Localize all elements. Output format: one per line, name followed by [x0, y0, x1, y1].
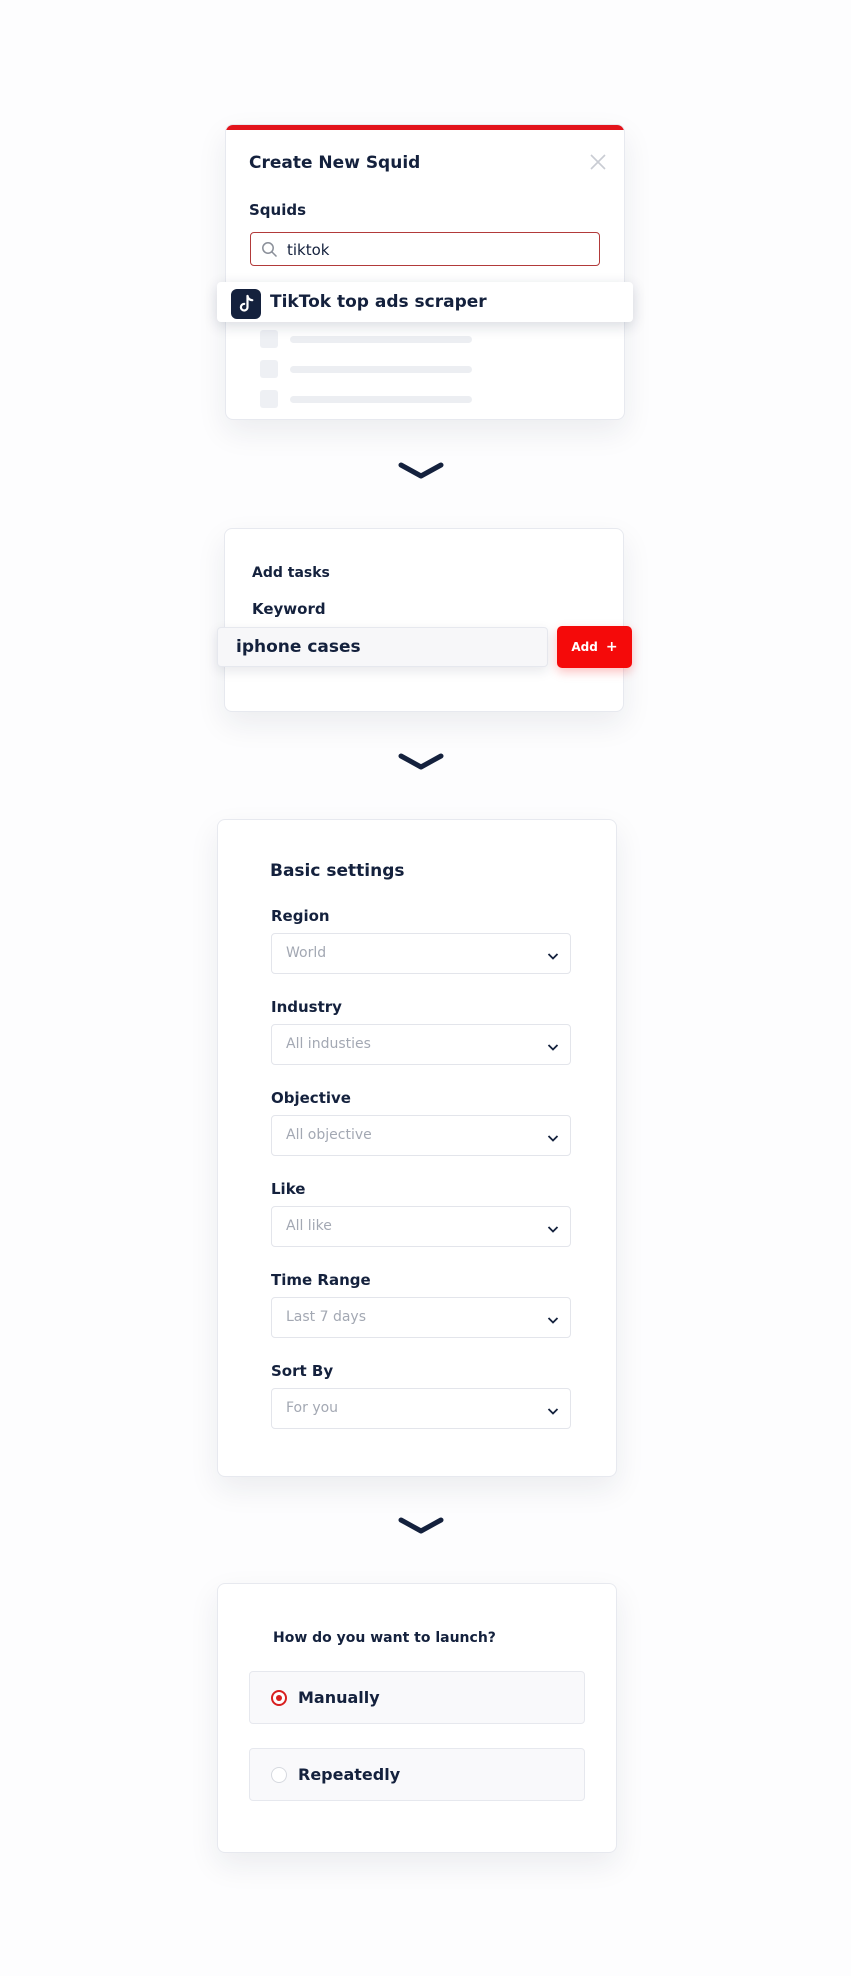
- card-title: Create New Squid: [249, 153, 421, 173]
- launch-option-repeatedly[interactable]: Repeatedly: [249, 1748, 585, 1801]
- chevron-down-icon: [398, 752, 444, 772]
- tiktok-icon: [231, 289, 261, 319]
- radio-unselected[interactable]: [271, 1767, 287, 1783]
- chevron-down-icon: [546, 1221, 560, 1235]
- chevron-down-icon: [398, 461, 444, 481]
- launch-option-manually[interactable]: Manually: [249, 1671, 585, 1724]
- squid-search-box[interactable]: [250, 232, 600, 266]
- skeleton-row: [260, 360, 480, 378]
- squids-label: Squids: [249, 201, 307, 219]
- add-button-label: Add: [571, 640, 598, 654]
- like-label: Like: [271, 1180, 306, 1198]
- chevron-down-icon: [546, 1039, 560, 1053]
- region-label: Region: [271, 907, 330, 925]
- chevron-down-icon: [398, 1516, 444, 1536]
- chevron-down-icon: [546, 1312, 560, 1326]
- add-button[interactable]: Add +: [557, 626, 632, 668]
- time-range-label: Time Range: [271, 1271, 371, 1289]
- keyword-label: Keyword: [252, 600, 326, 618]
- search-icon: [261, 241, 278, 258]
- keyword-input[interactable]: [217, 627, 548, 667]
- chevron-down-icon: [546, 1130, 560, 1144]
- industry-label: Industry: [271, 998, 342, 1016]
- objective-select[interactable]: All objective: [271, 1115, 571, 1156]
- add-tasks-title: Add tasks: [252, 565, 330, 581]
- option-label: Manually: [298, 1688, 380, 1707]
- accent-bar: [226, 125, 624, 130]
- create-squid-card: Create New Squid Squids: [225, 124, 625, 420]
- plus-icon: +: [605, 639, 618, 655]
- result-label: TikTok top ads scraper: [270, 292, 487, 312]
- add-tasks-card: Add tasks Keyword: [224, 528, 624, 712]
- select-value: World: [286, 945, 327, 961]
- launch-card: How do you want to launch? Manually Repe…: [217, 1583, 617, 1853]
- region-select[interactable]: World: [271, 933, 571, 974]
- chevron-down-icon: [546, 948, 560, 962]
- sort-by-select[interactable]: For you: [271, 1388, 571, 1429]
- like-select[interactable]: All like: [271, 1206, 571, 1247]
- radio-selected[interactable]: [271, 1690, 287, 1706]
- close-icon[interactable]: [587, 151, 609, 173]
- select-value: Last 7 days: [286, 1309, 367, 1325]
- select-value: All objective: [286, 1127, 372, 1143]
- skeleton-row: [260, 330, 480, 348]
- search-input[interactable]: [285, 238, 589, 262]
- time-range-select[interactable]: Last 7 days: [271, 1297, 571, 1338]
- chevron-down-icon: [546, 1403, 560, 1417]
- basic-settings-card: Basic settings Region World Industry All…: [217, 819, 617, 1477]
- select-value: For you: [286, 1400, 339, 1416]
- basic-settings-title: Basic settings: [270, 861, 405, 881]
- skeleton-row: [260, 390, 480, 408]
- industry-select[interactable]: All industies: [271, 1024, 571, 1065]
- objective-label: Objective: [271, 1089, 351, 1107]
- select-value: All like: [286, 1218, 332, 1234]
- launch-question: How do you want to launch?: [273, 1630, 496, 1646]
- sort-by-label: Sort By: [271, 1362, 334, 1380]
- select-value: All industies: [286, 1036, 371, 1052]
- search-result-item[interactable]: TikTok top ads scraper: [217, 282, 633, 322]
- option-label: Repeatedly: [298, 1765, 401, 1784]
